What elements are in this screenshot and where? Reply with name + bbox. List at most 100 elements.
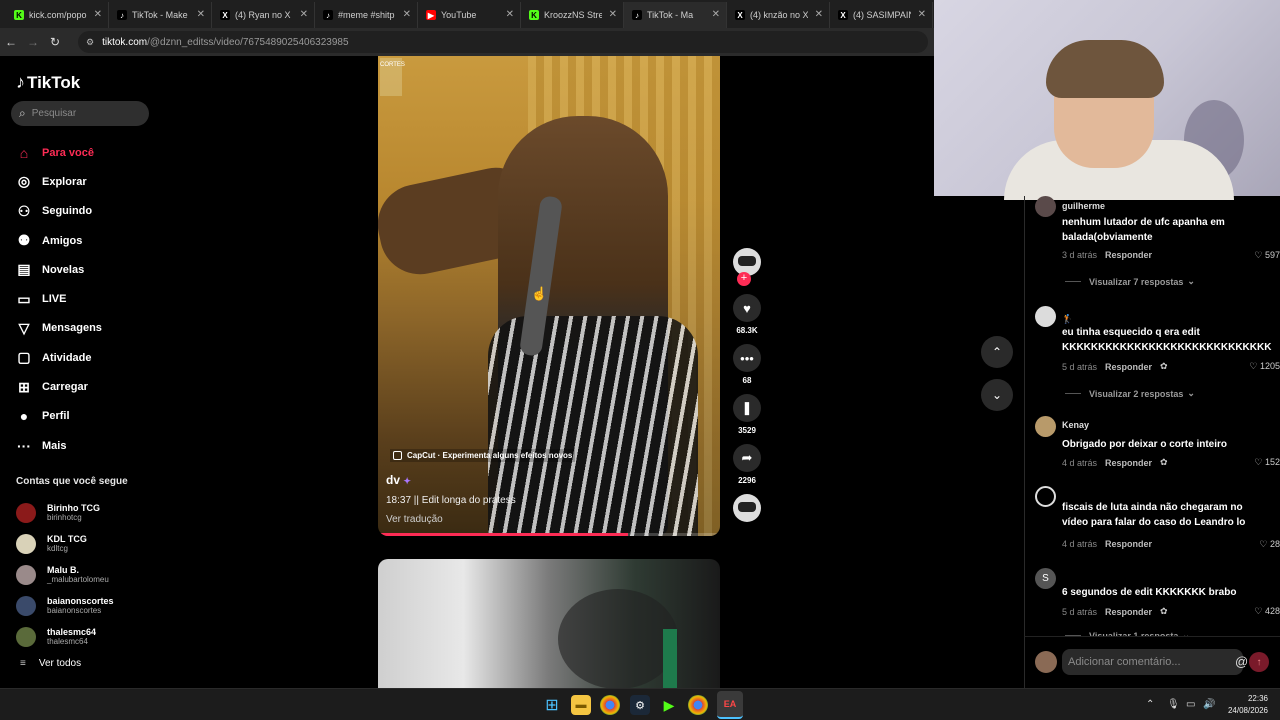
- comment-username[interactable]: guilherme: [1062, 201, 1105, 211]
- heart-icon[interactable]: ♥: [733, 294, 761, 322]
- close-tab-icon[interactable]: ✕: [506, 9, 514, 20]
- comment-avatar[interactable]: [1035, 306, 1056, 327]
- video-progress-bar[interactable]: [378, 533, 720, 536]
- creator-like-icon: ✿: [1160, 361, 1168, 371]
- browser-tab[interactable]: X (4) Ryan no X ✕: [212, 2, 315, 28]
- reply-button[interactable]: Responder: [1105, 607, 1152, 617]
- reply-button[interactable]: Responder: [1105, 539, 1152, 549]
- comment-avatar[interactable]: [1035, 196, 1056, 217]
- save-action[interactable]: ❚ 3529: [728, 394, 766, 435]
- tiktok-logo[interactable]: ♪ TikTok: [16, 72, 80, 93]
- comment-username[interactable]: 🏌: [1062, 314, 1073, 325]
- sidebar-item-profile[interactable]: ● Perfil: [15, 402, 102, 431]
- comment-like-button[interactable]: ♡ 597: [1254, 250, 1280, 261]
- view-replies-button[interactable]: Visualizar 7 respostas ⌄: [1065, 276, 1195, 287]
- sidebar-item-friends[interactable]: ⚉ Amigos: [15, 226, 102, 255]
- next-video-preview[interactable]: [378, 559, 720, 689]
- sound-avatar[interactable]: [733, 494, 761, 522]
- close-tab-icon[interactable]: ✕: [94, 9, 102, 20]
- bookmark-icon[interactable]: ❚: [733, 394, 761, 422]
- reply-button[interactable]: Responder: [1105, 250, 1152, 260]
- comment-icon[interactable]: •••: [733, 344, 761, 372]
- comment-like-button[interactable]: ♡ 28: [1259, 539, 1280, 550]
- see-all-link[interactable]: ≡ Ver todos: [20, 658, 81, 669]
- comment-avatar[interactable]: [1035, 486, 1056, 507]
- mention-icon[interactable]: @: [1235, 654, 1248, 669]
- sound-avatar-action[interactable]: [728, 494, 766, 522]
- share-action[interactable]: ➦ 2296: [728, 444, 766, 485]
- comment-username[interactable]: Kenay: [1062, 420, 1089, 430]
- sidebar-item-following[interactable]: ⚇ Seguindo: [15, 197, 102, 226]
- browser-tab[interactable]: X (4) knzão no X ✕: [727, 2, 830, 28]
- sidebar-item-compass[interactable]: ◎ Explorar: [15, 167, 102, 196]
- browser-tab[interactable]: K KroozzNS Strea ✕: [521, 2, 624, 28]
- view-replies-button[interactable]: Visualizar 2 respostas ⌄: [1065, 388, 1195, 399]
- clock[interactable]: 22:36 24/08/2026: [1222, 693, 1268, 717]
- search-input[interactable]: ⌕ Pesquisar: [11, 101, 149, 126]
- close-tab-icon[interactable]: ✕: [609, 9, 617, 20]
- chrome-profile-icon[interactable]: [688, 695, 708, 715]
- next-video-button[interactable]: ⌄: [981, 379, 1013, 411]
- microphone-icon[interactable]: 🎙: [1167, 699, 1180, 710]
- search-icon: ⌕: [19, 106, 26, 120]
- share-icon[interactable]: ➦: [733, 444, 761, 472]
- sidebar-item-more[interactable]: ··· Mais: [15, 431, 102, 460]
- following-account[interactable]: Birinho TCG birinhotcg: [16, 497, 114, 528]
- sidebar-item-messages[interactable]: ▽ Mensagens: [15, 314, 102, 343]
- ea-app-icon[interactable]: EA: [717, 691, 743, 719]
- sidebar-item-upload[interactable]: ⊞ Carregar: [15, 372, 102, 401]
- following-account[interactable]: KDL TCG kdltcg: [16, 528, 114, 559]
- close-tab-icon[interactable]: ✕: [918, 9, 926, 20]
- close-tab-icon[interactable]: ✕: [197, 9, 205, 20]
- video-player[interactable]: CORTES CapCut · Experimenta alguns efeit…: [378, 56, 720, 536]
- following-account[interactable]: baianonscortes baianonscortes: [16, 590, 114, 621]
- browser-tab[interactable]: ♪ #meme #shitp ✕: [315, 2, 418, 28]
- tray-overflow-icon[interactable]: ⌃: [1146, 699, 1154, 710]
- following-account[interactable]: thalesmc64 thalesmc64: [16, 621, 114, 652]
- sidebar-item-activity[interactable]: ▢ Atividade: [15, 343, 102, 372]
- comment-like-button[interactable]: ♡ 1205: [1249, 361, 1280, 372]
- reply-button[interactable]: Responder: [1105, 458, 1152, 468]
- browser-tab[interactable]: ♪ TikTok - Ma ✕: [624, 2, 727, 28]
- comment-action[interactable]: ••• 68: [728, 344, 766, 385]
- kick-app-icon[interactable]: ▶: [659, 695, 679, 715]
- follow-plus-icon[interactable]: +: [737, 272, 751, 286]
- author-avatar-action[interactable]: +: [728, 248, 766, 286]
- browser-tab[interactable]: ♪ TikTok - Make Y ✕: [109, 2, 212, 28]
- steam-icon[interactable]: ⚙: [630, 695, 650, 715]
- sidebar-item-live[interactable]: ▭ LIVE: [15, 284, 102, 313]
- comment-input[interactable]: Adicionar comentário... @ ☺: [1062, 649, 1271, 675]
- sidebar-item-home[interactable]: ⌂ Para você: [15, 138, 102, 167]
- reload-button[interactable]: ↻: [44, 35, 66, 49]
- reply-button[interactable]: Responder: [1105, 362, 1152, 372]
- comment-like-button[interactable]: ♡ 428: [1254, 606, 1280, 617]
- comment-avatar[interactable]: [1035, 416, 1056, 437]
- see-translation-link[interactable]: Ver tradução: [386, 514, 443, 525]
- start-icon[interactable]: ⊞: [542, 695, 562, 715]
- volume-icon[interactable]: 🔊: [1203, 699, 1215, 710]
- close-tab-icon[interactable]: ✕: [815, 9, 823, 20]
- url-field[interactable]: ⚙ tiktok.com/@dznn_editss/video/76754890…: [78, 31, 928, 53]
- send-comment-button[interactable]: ↑: [1249, 652, 1269, 672]
- browser-tab[interactable]: ▶ YouTube ✕: [418, 2, 521, 28]
- sidebar-item-series[interactable]: ▤ Novelas: [15, 255, 102, 284]
- capcut-effect-link[interactable]: CapCut · Experimenta alguns efeitos novo…: [390, 449, 576, 462]
- chrome-icon[interactable]: [600, 695, 620, 715]
- forward-button[interactable]: →: [22, 35, 44, 49]
- previous-video-button[interactable]: ⌃: [981, 336, 1013, 368]
- close-tab-icon[interactable]: ✕: [403, 9, 411, 20]
- following-account[interactable]: Malu B. _malubartolomeu: [16, 559, 114, 590]
- close-tab-icon[interactable]: ✕: [300, 9, 308, 20]
- back-button[interactable]: ←: [0, 35, 22, 49]
- comment-like-button[interactable]: ♡ 152: [1254, 457, 1280, 468]
- network-icon[interactable]: ▭: [1186, 699, 1195, 710]
- comment-avatar[interactable]: S: [1035, 568, 1056, 589]
- site-info-icon[interactable]: ⚙: [86, 37, 94, 48]
- file-explorer-icon[interactable]: ▬: [571, 695, 591, 715]
- like-action[interactable]: ♥ 68.3K: [728, 294, 766, 335]
- close-tab-icon[interactable]: ✕: [712, 9, 720, 20]
- sidebar-item-label: Perfil: [42, 410, 70, 423]
- browser-tab[interactable]: Kkick.com/popo ✕: [6, 2, 109, 28]
- video-author-name[interactable]: dv ✦: [386, 473, 411, 487]
- browser-tab[interactable]: X (4) SASIMPAIN ✕: [830, 2, 933, 28]
